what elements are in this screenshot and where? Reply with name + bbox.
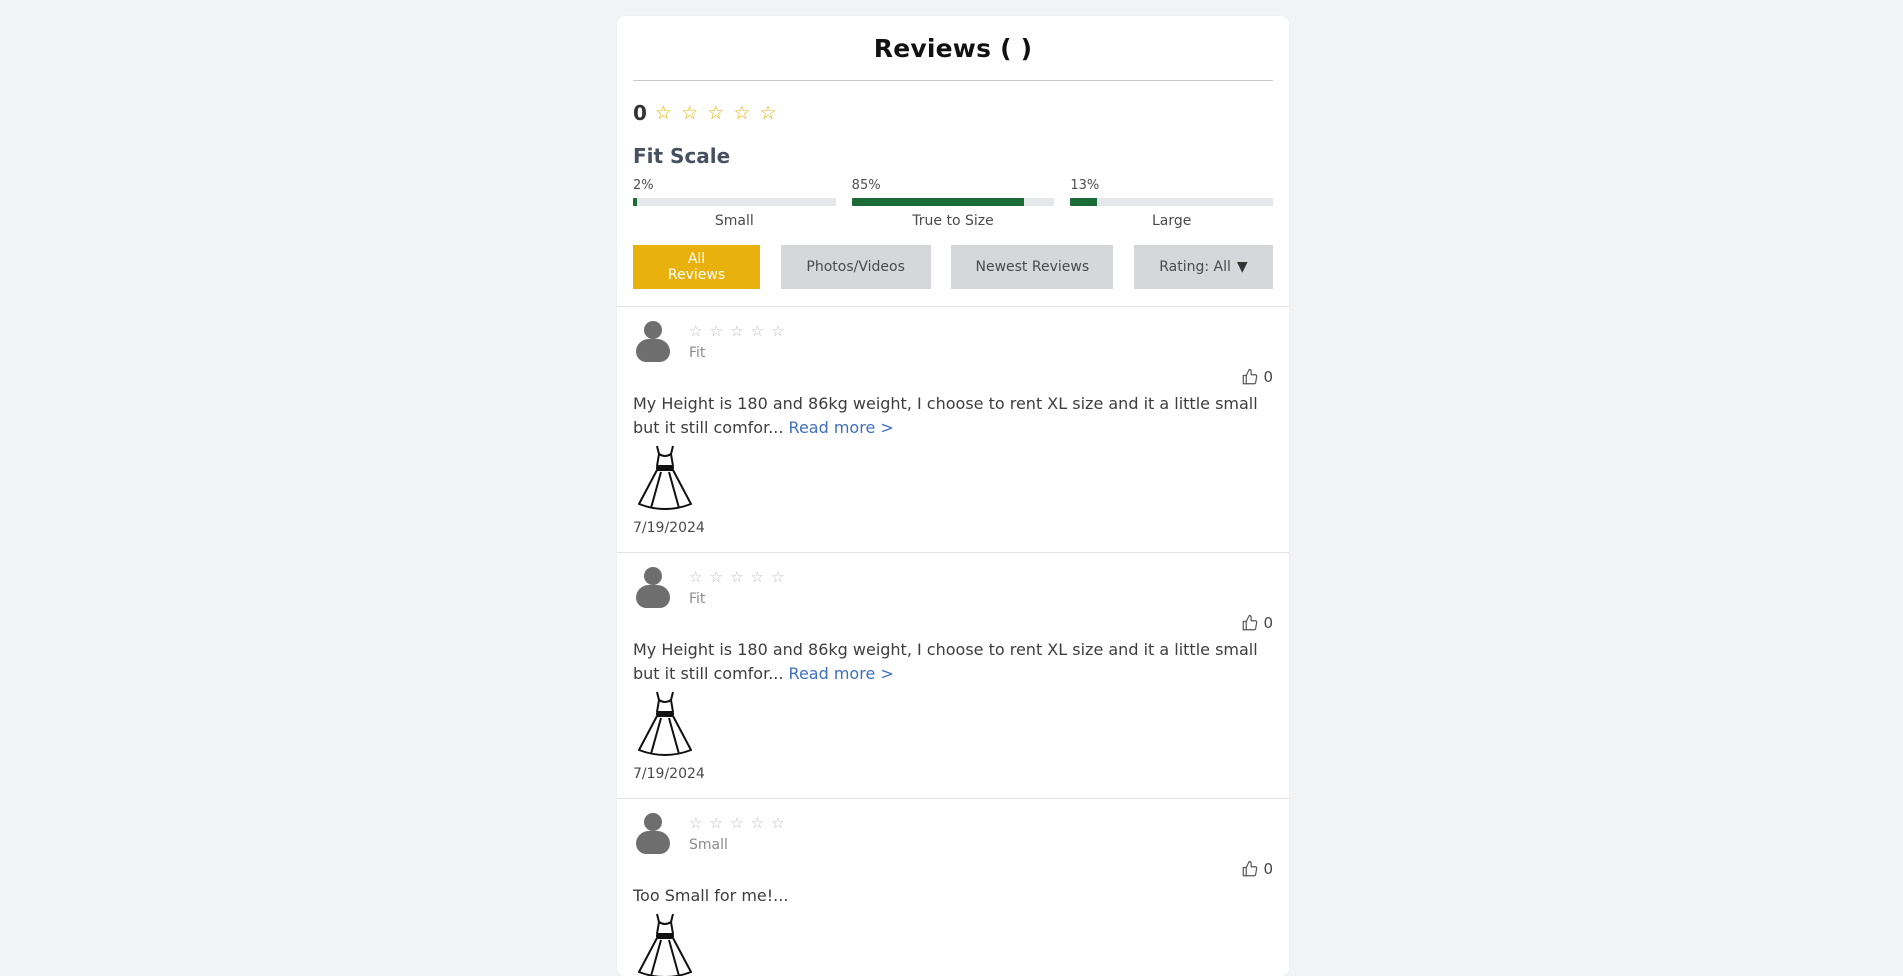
fit-large-label: Large bbox=[1151, 213, 1192, 229]
review-text: My Height is 180 and 86kg weight, I choo… bbox=[633, 392, 1273, 440]
review-stars: ☆ ☆ ☆ ☆ ☆ bbox=[689, 567, 787, 586]
star-icon: ☆ bbox=[750, 322, 765, 340]
review-item: ☆ ☆ ☆ ☆ ☆ Small 0 Too Small for me!... bbox=[617, 799, 1289, 976]
star-icon: ☆ bbox=[654, 102, 672, 124]
read-more-link[interactable]: Read more > bbox=[789, 664, 894, 683]
review-body: My Height is 180 and 86kg weight, I choo… bbox=[633, 640, 1258, 683]
dress-icon[interactable] bbox=[633, 912, 697, 976]
review-stars: ☆ ☆ ☆ ☆ ☆ bbox=[689, 321, 787, 340]
thumbs-up-icon bbox=[1243, 614, 1258, 631]
fit-true-percent: 85% bbox=[851, 178, 881, 193]
review-filters: All Reviews Photos/Videos Newest Reviews… bbox=[633, 245, 1273, 289]
fit-scale: 2% Small 85% True to Size 13% Large bbox=[633, 178, 1274, 229]
dress-icon[interactable] bbox=[633, 444, 697, 512]
like-button[interactable]: 0 bbox=[633, 367, 1273, 387]
fit-small-percent: 2% bbox=[633, 178, 654, 193]
review-date: 7/19/2024 bbox=[633, 766, 705, 782]
like-button[interactable]: 0 bbox=[633, 613, 1273, 633]
star-icon: ☆ bbox=[730, 568, 744, 586]
star-icon: ☆ bbox=[707, 102, 725, 124]
rating-summary: 0 ☆ ☆ ☆ ☆ ☆ bbox=[633, 101, 1273, 125]
avatar-icon bbox=[633, 813, 673, 855]
like-count: 0 bbox=[1263, 614, 1273, 632]
review-body: Too Small for me!... bbox=[633, 886, 789, 905]
review-item: ☆ ☆ ☆ ☆ ☆ Fit 0 My Height is 180 and 86k… bbox=[617, 307, 1289, 553]
fit-large-fill bbox=[1070, 198, 1097, 206]
reviews-header: Reviews ( ) bbox=[633, 16, 1273, 81]
thumbs-up-icon bbox=[1243, 860, 1258, 877]
star-icon: ☆ bbox=[750, 568, 765, 586]
review-text: Too Small for me!... bbox=[633, 884, 1273, 908]
fit-true-track bbox=[851, 198, 1055, 206]
like-count: 0 bbox=[1263, 860, 1273, 878]
review-header: ☆ ☆ ☆ ☆ ☆ Small bbox=[633, 813, 1273, 855]
review-body: My Height is 180 and 86kg weight, I choo… bbox=[633, 394, 1258, 437]
like-count: 0 bbox=[1263, 368, 1273, 386]
star-icon: ☆ bbox=[733, 102, 751, 124]
star-icon: ☆ bbox=[709, 814, 723, 832]
fit-large-percent: 13% bbox=[1070, 178, 1100, 193]
review-meta: ☆ ☆ ☆ ☆ ☆ Fit bbox=[689, 567, 787, 607]
review-stars: ☆ ☆ ☆ ☆ ☆ bbox=[689, 813, 787, 832]
review-date: 7/19/2024 bbox=[633, 520, 705, 536]
fit-small-label: Small bbox=[714, 213, 754, 229]
star-icon: ☆ bbox=[759, 102, 777, 124]
review-text: My Height is 180 and 86kg weight, I choo… bbox=[633, 638, 1273, 686]
star-icon: ☆ bbox=[771, 322, 785, 340]
fit-small-fill bbox=[633, 198, 638, 206]
review-fit: Fit bbox=[689, 345, 706, 361]
review-header: ☆ ☆ ☆ ☆ ☆ Fit bbox=[633, 567, 1273, 609]
star-icon: ☆ bbox=[681, 102, 699, 124]
photos-videos-button[interactable]: Photos/Videos bbox=[780, 245, 931, 289]
thumbs-up-icon bbox=[1243, 368, 1258, 385]
caret-down-icon: ▼ bbox=[1236, 259, 1248, 275]
star-icon: ☆ bbox=[709, 568, 723, 586]
fit-scale-title: Fit Scale bbox=[633, 144, 731, 168]
review-item: ☆ ☆ ☆ ☆ ☆ Fit 0 My Height is 180 and 86k… bbox=[617, 553, 1289, 799]
fit-large: 13% Large bbox=[1070, 178, 1274, 229]
avatar-icon bbox=[633, 567, 673, 609]
star-icon: ☆ bbox=[730, 814, 744, 832]
fit-true-to-size: 85% True to Size bbox=[851, 178, 1055, 229]
review-header: ☆ ☆ ☆ ☆ ☆ Fit bbox=[633, 321, 1273, 363]
summary-stars: ☆ ☆ ☆ ☆ ☆ bbox=[655, 102, 781, 124]
review-meta: ☆ ☆ ☆ ☆ ☆ Small bbox=[689, 813, 787, 853]
fit-true-label: True to Size bbox=[912, 213, 994, 229]
like-button[interactable]: 0 bbox=[633, 859, 1273, 879]
star-icon: ☆ bbox=[730, 322, 744, 340]
rating-filter-label: Rating: All bbox=[1159, 259, 1231, 275]
read-more-link[interactable]: Read more > bbox=[789, 418, 894, 437]
reviews-title: Reviews ( ) bbox=[873, 33, 1033, 63]
fit-true-fill bbox=[851, 198, 1024, 206]
average-score: 0 bbox=[633, 101, 647, 125]
star-icon: ☆ bbox=[750, 814, 765, 832]
review-meta: ☆ ☆ ☆ ☆ ☆ Fit bbox=[689, 321, 787, 361]
star-icon: ☆ bbox=[689, 568, 703, 586]
dress-icon[interactable] bbox=[633, 690, 697, 758]
star-icon: ☆ bbox=[689, 814, 703, 832]
fit-large-track bbox=[1070, 198, 1274, 206]
review-fit: Fit bbox=[689, 591, 706, 607]
star-icon: ☆ bbox=[709, 322, 723, 340]
fit-small: 2% Small bbox=[633, 178, 836, 229]
star-icon: ☆ bbox=[771, 814, 785, 832]
star-icon: ☆ bbox=[689, 322, 703, 340]
star-icon: ☆ bbox=[771, 568, 785, 586]
newest-reviews-button[interactable]: Newest Reviews bbox=[951, 245, 1114, 289]
avatar-icon bbox=[633, 321, 673, 363]
rating-filter-dropdown[interactable]: Rating: All ▼ bbox=[1133, 245, 1273, 289]
review-fit: Small bbox=[689, 837, 728, 853]
all-reviews-button[interactable]: All Reviews bbox=[633, 245, 760, 289]
fit-small-track bbox=[633, 198, 836, 206]
reviews-panel: Reviews ( ) 0 ☆ ☆ ☆ ☆ ☆ Fit Scale 2% Sma… bbox=[617, 16, 1289, 976]
